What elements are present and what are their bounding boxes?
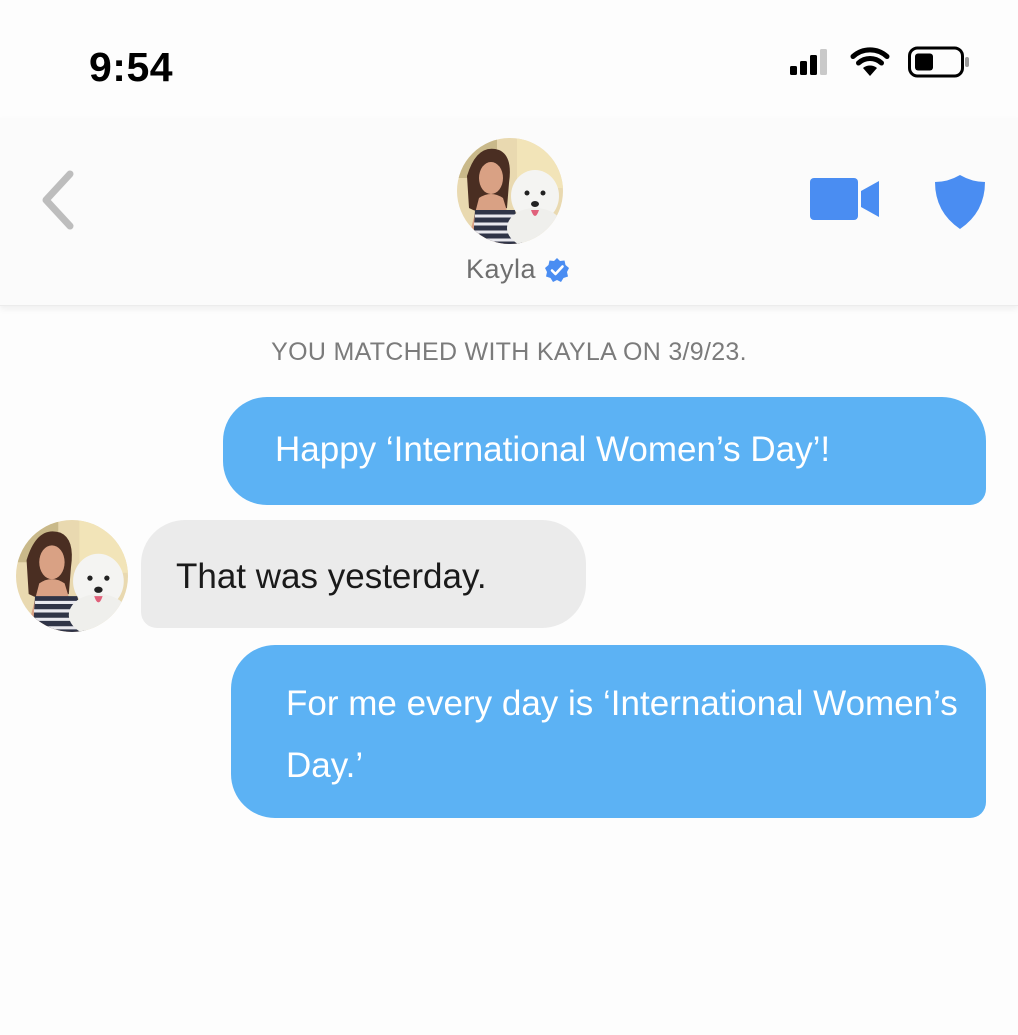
avatar-photo: [16, 520, 128, 632]
chevron-left-icon: [42, 170, 74, 230]
shield-icon: [935, 175, 985, 229]
incoming-message[interactable]: That was yesterday.: [141, 520, 586, 628]
avatar-photo: [457, 138, 563, 244]
back-button[interactable]: [36, 168, 80, 232]
contact-name: Kayla: [465, 254, 537, 284]
battery-icon: [908, 46, 969, 78]
cellular-signal-icon: [790, 49, 827, 75]
verified-badge-icon: [545, 257, 570, 282]
status-bar: 9:54: [0, 0, 1018, 118]
chat-header: Kayla: [0, 118, 1018, 306]
video-call-button[interactable]: [810, 178, 880, 220]
video-camera-icon: [810, 178, 879, 220]
safety-toolkit-button[interactable]: [934, 174, 986, 230]
outgoing-message[interactable]: Happy ‘International Women’s Day’!: [223, 397, 986, 505]
wifi-icon: [850, 47, 890, 76]
match-date-banner: YOU MATCHED WITH KAYLA ON 3/9/23.: [271, 338, 747, 366]
contact-avatar[interactable]: [457, 138, 563, 244]
outgoing-message[interactable]: For me every day is ‘International Women…: [231, 645, 986, 818]
sender-avatar[interactable]: [16, 520, 128, 632]
contact-name-row[interactable]: Kayla: [0, 254, 1018, 285]
status-icons: [790, 46, 970, 78]
status-time: 9:54: [89, 44, 174, 90]
